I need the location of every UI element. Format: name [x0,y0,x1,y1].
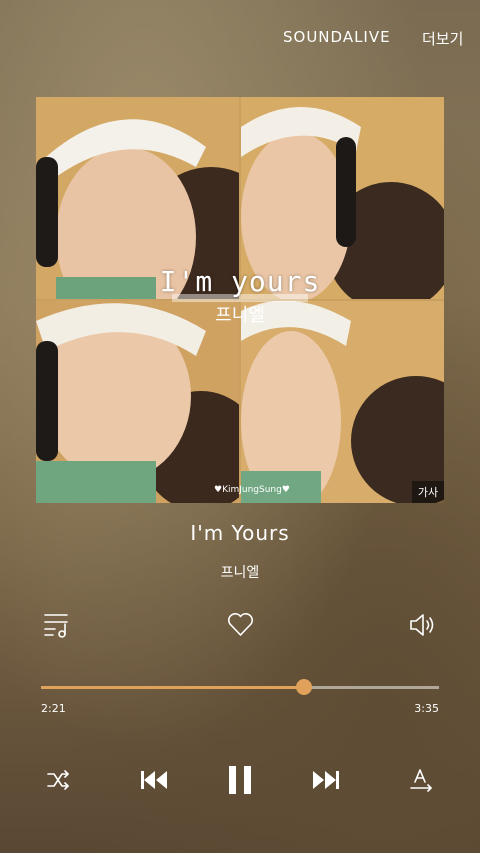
album-art-watermark: ♥KimJungSung♥ [214,485,290,495]
top-bar: SOUNDALIVE 더보기 [0,28,480,52]
volume-icon[interactable] [408,611,438,639]
seek-bar[interactable] [41,679,439,695]
text-size-icon[interactable] [408,766,436,794]
seek-bar-thumb[interactable] [295,679,312,695]
next-icon[interactable] [312,768,340,792]
album-art-artist: 프니엘 [215,305,265,326]
previous-icon[interactable] [140,768,168,792]
soundalive-button[interactable]: SOUNDALIVE [283,28,391,46]
seek-bar-fill [41,686,304,689]
album-art: I'm yours 프니엘 ♥KimJungSung♥ 가사 [36,97,444,503]
total-time: 3:35 [414,702,439,715]
lyrics-button[interactable]: 가사 [412,481,444,503]
heart-icon[interactable] [226,611,254,639]
playlist-icon[interactable] [42,610,72,640]
current-time: 2:21 [41,702,66,715]
pause-icon[interactable] [226,765,254,795]
shuffle-icon[interactable] [45,767,71,793]
album-art-tile [36,301,239,503]
song-title: I'm Yours [190,521,290,545]
song-artist: 프니엘 [220,565,260,581]
album-art-tile [241,301,444,503]
more-button[interactable]: 더보기 [422,28,463,49]
album-art-title: I'm yours [159,265,321,298]
